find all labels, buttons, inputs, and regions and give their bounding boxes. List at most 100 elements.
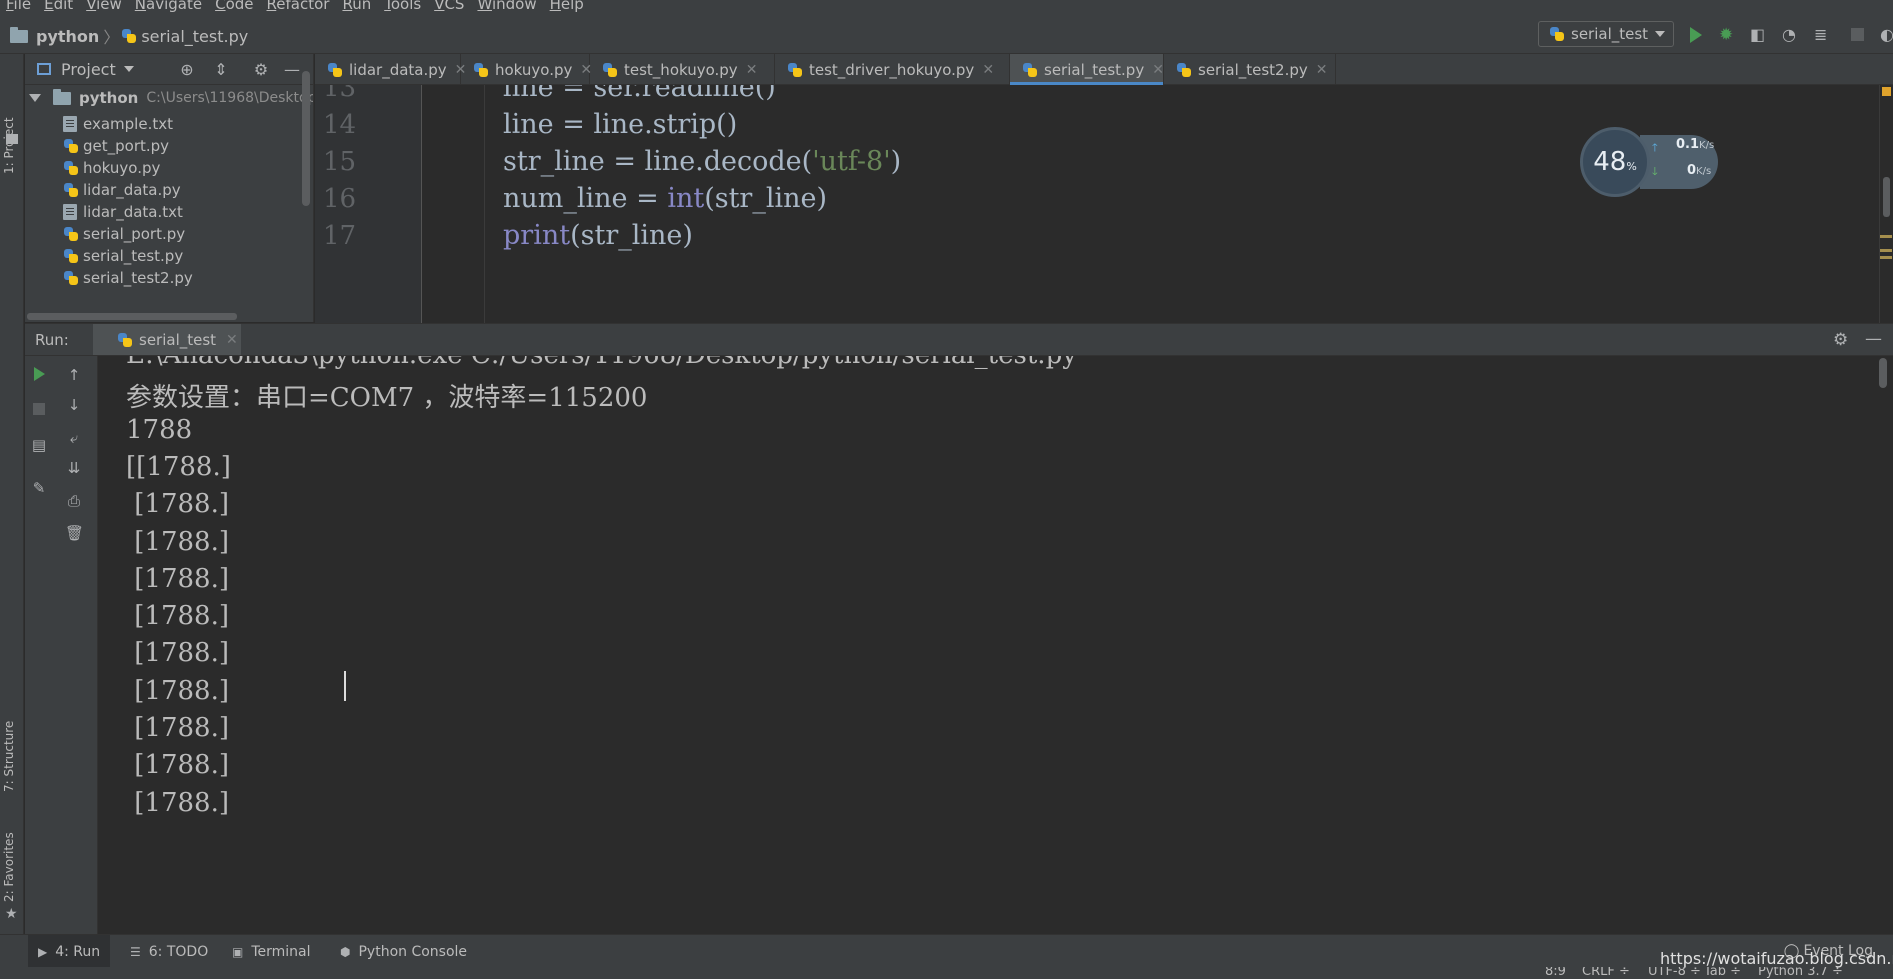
indent-setting[interactable]: Tab ÷ <box>1704 967 1741 979</box>
print-icon[interactable]: ⎙ <box>65 492 83 510</box>
structure-tool-tab[interactable]: 7: Structure <box>2 721 16 792</box>
project-view-label[interactable]: Project <box>61 60 116 79</box>
stop-icon[interactable] <box>30 400 48 418</box>
editor-tab-label: hokuyo.py <box>495 60 573 79</box>
bottom-tab[interactable]: ⬢ Python Console <box>330 935 477 968</box>
python-icon <box>1549 26 1565 42</box>
restore-layout-icon[interactable]: ▤ <box>30 436 48 454</box>
bottom-tab-icon: ▶ <box>38 944 48 959</box>
pin-icon[interactable]: ✎ <box>30 479 48 497</box>
console-line: [1788.] <box>126 563 229 594</box>
menu-run[interactable]: Run <box>336 0 378 12</box>
horizontal-scrollbar[interactable] <box>27 313 237 320</box>
network-speed-widget: 48% 🡑 0.1K/s 🡓 0K/s <box>1580 127 1720 197</box>
arrow-down-icon[interactable]: ↓ <box>65 396 83 414</box>
coverage-icon[interactable]: ◧ <box>1750 26 1768 44</box>
python-file-icon <box>63 160 79 176</box>
chevron-down-icon[interactable] <box>123 66 134 72</box>
collapse-all-icon[interactable]: ⇕ <box>212 61 230 79</box>
breadcrumb-file[interactable]: serial_test.py <box>141 27 248 46</box>
cpu-usage-gauge: 48% <box>1580 127 1650 197</box>
left-tool-strip: 1: Project 7: Structure 2: Favorites ★ <box>0 54 24 934</box>
menu-navigate[interactable]: Navigate <box>129 0 209 12</box>
stop-icon[interactable] <box>1851 28 1864 41</box>
console-output[interactable]: E:\Anaconda3\python.exe C:/Users/11968/D… <box>98 356 1893 934</box>
gear-icon[interactable]: ⚙ <box>1833 330 1848 350</box>
editor-tab[interactable]: hokuyo.py ✕ <box>461 54 592 85</box>
text-cursor <box>344 671 346 701</box>
warning-marker[interactable] <box>1880 256 1892 259</box>
scroll-thumb[interactable] <box>1883 177 1890 217</box>
menu-view[interactable]: View <box>80 0 129 12</box>
code-editor[interactable]: 48% 🡑 0.1K/s 🡓 0K/s 13 line = ser.readlin… <box>315 85 1893 323</box>
close-icon[interactable]: ✕ <box>982 62 994 78</box>
menu-vcs[interactable]: VCS <box>428 0 471 12</box>
close-icon[interactable]: ✕ <box>1152 62 1164 78</box>
close-icon[interactable]: ✕ <box>226 332 238 348</box>
python-file-icon <box>63 270 79 286</box>
file-tree-item[interactable]: serial_test2.py <box>63 265 193 291</box>
bottom-tab-icon: ☰ <box>130 944 141 959</box>
concurrency-icon[interactable]: ≣ <box>1814 26 1832 44</box>
download-arrow-icon: 🡓 <box>1652 165 1658 178</box>
menu-refactor[interactable]: Refactor <box>261 0 337 12</box>
soft-wrap-icon[interactable]: ⤶ <box>65 429 83 447</box>
breadcrumb-project[interactable]: python <box>36 27 99 46</box>
editor-tab[interactable]: test_driver_hokuyo.py ✕ <box>775 54 1010 85</box>
menu-tools[interactable]: Tools <box>378 0 428 12</box>
run-icon[interactable] <box>1690 26 1708 44</box>
menu-help[interactable]: Help <box>544 0 591 12</box>
warning-marker[interactable] <box>1880 235 1892 238</box>
project-tool-tab[interactable]: 1: Project <box>2 117 16 174</box>
close-icon[interactable]: ✕ <box>1316 62 1328 78</box>
gear-icon[interactable]: ⚙ <box>252 61 270 79</box>
minimize-icon[interactable]: — <box>1865 329 1882 349</box>
arrow-up-icon[interactable]: ↑ <box>65 366 83 384</box>
bottom-tab[interactable]: ▣ Terminal <box>222 935 321 968</box>
python-file-icon <box>473 62 489 78</box>
tree-root[interactable]: python C:\Users\11968\Desktop <box>29 85 313 111</box>
bottom-tab[interactable]: ▶ 4: Run <box>28 935 111 968</box>
line-number: 13 <box>323 85 357 103</box>
close-icon[interactable]: ✕ <box>746 62 758 78</box>
editor-tab[interactable]: lidar_data.py ✕ <box>315 54 466 85</box>
warning-marker[interactable] <box>1880 249 1892 252</box>
python-file-icon <box>1022 62 1038 78</box>
python-interpreter[interactable]: Python 3.7 ÷ <box>1758 967 1843 979</box>
code-token: str_line = line.decode( <box>503 146 813 177</box>
vertical-scrollbar[interactable] <box>302 71 310 206</box>
menu-code[interactable]: Code <box>209 0 260 12</box>
file-name: serial_test.py <box>83 247 184 265</box>
trash-icon[interactable]: 🗑 <box>65 524 84 542</box>
menu-window[interactable]: Window <box>471 0 543 12</box>
editor-tab[interactable]: test_hokuyo.py ✕ <box>590 54 775 85</box>
upload-speed-value: 0.1 <box>1676 137 1700 152</box>
hide-icon[interactable]: — <box>283 61 301 79</box>
locate-icon[interactable]: ⊕ <box>178 61 196 79</box>
bottom-tab[interactable]: ☰ 6: TODO <box>120 935 218 968</box>
run-configuration-select[interactable]: serial_test <box>1538 21 1674 47</box>
run-tab-serial-test[interactable]: serial_test ✕ <box>93 324 241 355</box>
chevron-down-icon <box>1655 31 1665 37</box>
scroll-to-end-icon[interactable]: ⇊ <box>65 459 83 477</box>
project-folder-icon <box>6 134 18 144</box>
python-file-icon <box>1176 62 1192 78</box>
menu-edit[interactable]: Edit <box>38 0 80 12</box>
editor-tab[interactable]: serial_test.py ✕ <box>1010 54 1164 85</box>
console-line: [1788.] <box>126 713 229 743</box>
file-name: lidar_data.py <box>83 181 181 199</box>
bottom-tool-tabs: ◯ Event Log ▶ 4: Run ☰ 6: TODO ▣ Terminal ⬢ Pyth… <box>0 934 1893 968</box>
rerun-icon[interactable] <box>30 366 48 384</box>
editor-tab[interactable]: serial_test2.py ✕ <box>1164 54 1336 85</box>
profile-icon[interactable]: ◔ <box>1782 26 1800 44</box>
file-encoding[interactable]: UTF-8 ÷ <box>1648 967 1701 979</box>
editor-scrollbar[interactable] <box>1879 85 1893 323</box>
menu-file[interactable]: File <box>0 0 38 12</box>
favorites-tool-tab[interactable]: 2: Favorites <box>2 832 16 902</box>
console-scrollbar[interactable] <box>1879 358 1887 388</box>
run-panel-title: Run: <box>35 331 69 349</box>
cursor-position[interactable]: 8:9 <box>1545 967 1566 979</box>
search-icon[interactable]: ◐ <box>1880 26 1893 44</box>
debug-icon[interactable]: ✹ <box>1719 26 1737 44</box>
line-separator[interactable]: CRLF ÷ <box>1582 967 1630 979</box>
